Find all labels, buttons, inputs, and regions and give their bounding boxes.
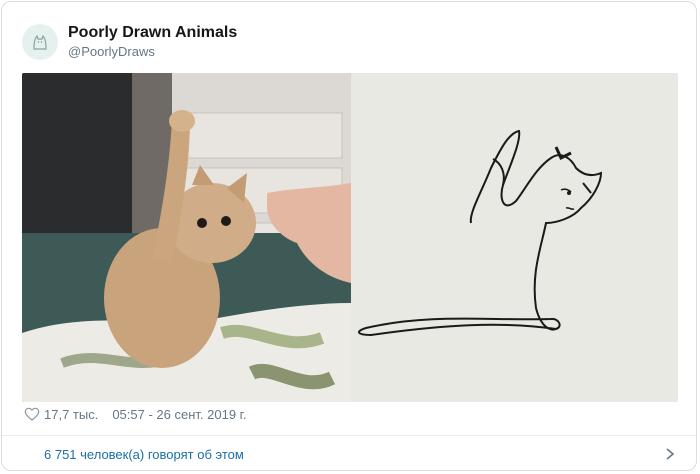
talking-about-link[interactable]: 6 751 человек(а) говорят об этом bbox=[44, 447, 244, 462]
tweet-card: Poorly Drawn Animals @PoorlyDraws 17,7 т… bbox=[1, 1, 697, 471]
author-names: Poorly Drawn Animals @PoorlyDraws bbox=[68, 23, 237, 61]
cat-line-drawing-graphic bbox=[358, 129, 603, 337]
cat-sketch-icon bbox=[33, 34, 47, 50]
cat-line-drawing[interactable] bbox=[351, 73, 678, 402]
likes-count[interactable]: 17,7 тыс. bbox=[44, 407, 98, 422]
tweet-media[interactable] bbox=[22, 73, 678, 402]
tweet-header: Poorly Drawn Animals @PoorlyDraws bbox=[22, 20, 237, 64]
chevron-right-icon bbox=[664, 447, 676, 461]
author-display-name[interactable]: Poorly Drawn Animals bbox=[68, 23, 237, 43]
tweet-timestamp[interactable]: 05:57 - 26 сент. 2019 г. bbox=[112, 407, 246, 422]
conversation-link[interactable]: 6 751 человек(а) говорят об этом bbox=[2, 436, 696, 472]
kitten-photo-graphic bbox=[22, 73, 351, 402]
tweet-meta: 17,7 тыс. 05:57 - 26 сент. 2019 г. bbox=[24, 404, 246, 424]
kitten-photo[interactable] bbox=[22, 73, 351, 402]
author-handle[interactable]: @PoorlyDraws bbox=[68, 43, 237, 61]
avatar[interactable] bbox=[22, 24, 58, 60]
heart-outline-icon[interactable] bbox=[24, 406, 40, 422]
